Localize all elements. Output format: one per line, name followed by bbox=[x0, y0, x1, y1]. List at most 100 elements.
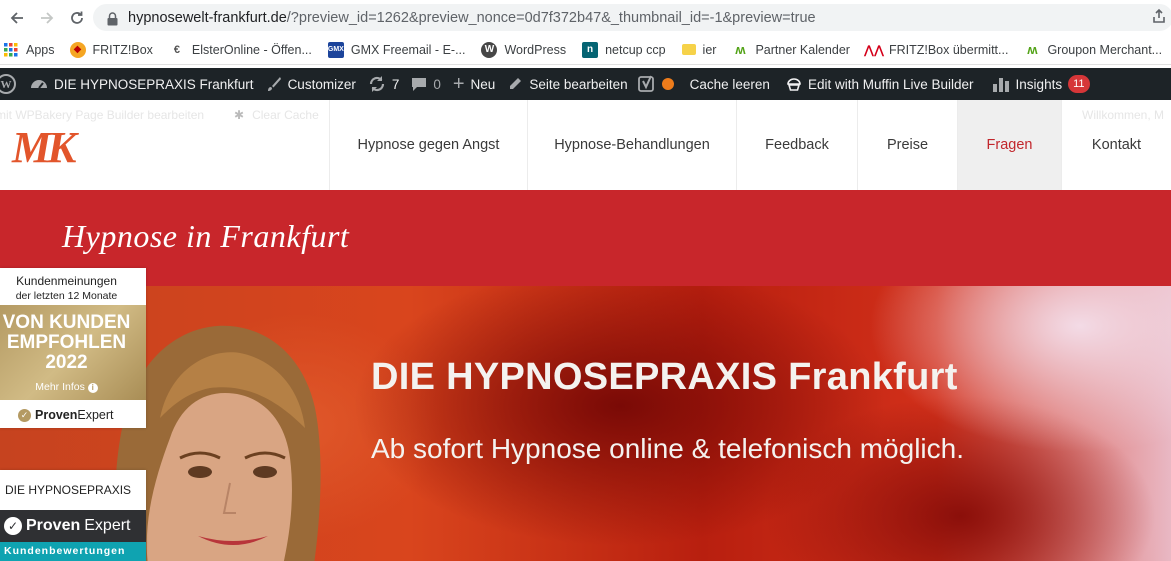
brush-icon bbox=[266, 76, 282, 92]
arrow-right-icon bbox=[41, 11, 54, 24]
pencil-icon bbox=[507, 76, 523, 92]
arrow-left-icon bbox=[10, 11, 23, 24]
reload-icon bbox=[71, 11, 83, 24]
bookmark-groupon[interactable]: ʍ Groupon Merchant... bbox=[1024, 35, 1162, 65]
bookmark-label: Groupon Merchant... bbox=[1047, 42, 1163, 57]
card-brand-bar: ✓ Proven Expert bbox=[0, 510, 146, 542]
reload-button[interactable] bbox=[62, 0, 92, 35]
wordpress-icon: W bbox=[481, 41, 498, 58]
badge-line-1: VON KUNDEN bbox=[2, 312, 131, 333]
cache-label: Cache leeren bbox=[689, 76, 770, 92]
bookmark-wordpress[interactable]: W WordPress bbox=[481, 35, 566, 65]
badge-line-3: 2022 bbox=[45, 352, 88, 373]
provenexpert-award-badge[interactable]: Kundenmeinungen der letzten 12 Monate VO… bbox=[0, 268, 146, 428]
bookmark-label: WordPress bbox=[504, 42, 567, 57]
netcup-icon: n bbox=[582, 41, 599, 58]
insights-link[interactable]: Insights 11 bbox=[992, 68, 1090, 100]
muffin-builder-link[interactable]: Edit with Muffin Live Builder bbox=[786, 68, 974, 100]
edit-page-link[interactable]: Seite bearbeiten bbox=[507, 68, 628, 100]
menu-item-feedback[interactable]: Feedback bbox=[736, 100, 857, 190]
site-name-menu[interactable]: DIE HYPNOSEPRAXIS Frankfurt bbox=[30, 68, 254, 100]
bar-chart-icon bbox=[992, 76, 1010, 92]
check-circle-icon: ✓ bbox=[4, 517, 22, 535]
customizer-label: Customizer bbox=[287, 76, 356, 92]
site-header: mit WPBakery Page Builder bearbeiten ✱ Cl… bbox=[0, 100, 1171, 190]
share-icon[interactable] bbox=[1151, 8, 1167, 24]
menu-item-hypnose-behandlungen[interactable]: Hypnose-Behandlungen bbox=[527, 100, 736, 190]
folder-icon bbox=[681, 44, 696, 55]
new-content-menu[interactable]: + Neu bbox=[453, 68, 495, 100]
bookmark-elster[interactable]: € ElsterOnline - Öffen... bbox=[169, 35, 312, 65]
menu-item-hypnose-gegen-angst[interactable]: Hypnose gegen Angst bbox=[329, 100, 527, 190]
menu-item-fragen[interactable]: Fragen bbox=[957, 100, 1061, 190]
wp-logo-menu[interactable]: W bbox=[0, 68, 16, 100]
brand-rest: Expert bbox=[77, 408, 114, 422]
partner-icon: ʍ bbox=[735, 42, 746, 57]
bookmark-label: ier bbox=[702, 42, 717, 57]
dashboard-icon bbox=[30, 76, 48, 92]
muffin-icon bbox=[786, 76, 802, 92]
bookmark-fritzbox[interactable]: ◆ FRITZ!Box bbox=[69, 35, 153, 65]
clear-cache-label: Clear Cache bbox=[252, 108, 319, 122]
badge-more-info[interactable]: Mehr Infos i bbox=[0, 381, 133, 393]
bookmark-label: FRITZ!Box bbox=[92, 42, 153, 57]
badge-line-2: EMPFOHLEN bbox=[6, 332, 127, 353]
bookmark-label: netcup ccp bbox=[605, 42, 666, 57]
comments-count: 0 bbox=[433, 76, 441, 92]
bookmark-label: GMX Freemail - E-... bbox=[350, 42, 466, 57]
apps-grid-icon bbox=[3, 42, 19, 58]
provenexpert-rating-card[interactable]: DIE HYPNOSEPRAXIS ✓ Proven Expert Kundenb… bbox=[0, 470, 146, 561]
card-company-name: DIE HYPNOSEPRAXIS bbox=[5, 483, 132, 497]
clear-cache-link[interactable]: ✱ Clear Cache bbox=[234, 108, 319, 122]
badge-title: Kundenmeinungen bbox=[16, 274, 117, 288]
groupon-icon: ʍ bbox=[1027, 42, 1038, 57]
updates-count: 7 bbox=[391, 76, 400, 92]
more-info-label: Mehr Infos bbox=[35, 381, 85, 393]
plus-icon: + bbox=[452, 72, 465, 95]
bookmark-netcup[interactable]: n netcup ccp bbox=[582, 35, 666, 65]
gmx-icon: GMX bbox=[327, 41, 344, 58]
edit-page-label: Seite bearbeiten bbox=[529, 76, 628, 92]
menu-item-kontakt[interactable]: Kontakt bbox=[1061, 100, 1171, 190]
url-host: hypnosewelt-frankfurt.de bbox=[128, 9, 287, 26]
insights-badge: 11 bbox=[1068, 75, 1090, 93]
address-bar[interactable]: hypnosewelt-frankfurt.de/?preview_id=126… bbox=[93, 4, 1171, 31]
hero-subline: Ab sofort Hypnose online & telefonisch m… bbox=[371, 433, 964, 464]
comment-icon bbox=[411, 77, 427, 92]
brand-bold: Proven bbox=[35, 408, 78, 422]
main-menu: Hypnose gegen Angst Hypnose-Behandlungen… bbox=[329, 100, 1171, 190]
insights-label: Insights bbox=[1015, 76, 1063, 92]
wpbakery-edit-link[interactable]: mit WPBakery Page Builder bearbeiten bbox=[0, 108, 204, 122]
badge-subtitle: der letzten 12 Monate bbox=[15, 290, 118, 302]
lock-icon bbox=[105, 10, 119, 26]
bookmark-gmx[interactable]: GMX GMX Freemail - E-... bbox=[327, 35, 466, 65]
brand-bold: Proven bbox=[26, 517, 81, 534]
card-subtitle: Kundenbewertungen bbox=[0, 542, 146, 561]
bookmark-folder[interactable]: ier bbox=[681, 35, 717, 65]
site-name: DIE HYPNOSEPRAXIS Frankfurt bbox=[54, 76, 254, 92]
fritzbox-icon: ◆ bbox=[69, 41, 86, 58]
yoast-menu[interactable] bbox=[637, 68, 674, 100]
seo-status-dot bbox=[661, 78, 674, 90]
brand-rest: Expert bbox=[84, 517, 131, 534]
bookmark-avm[interactable]: ⋀⋀ FRITZ!Box übermitt... bbox=[864, 35, 1009, 65]
bookmark-partner-kalender[interactable]: ʍ Partner Kalender bbox=[732, 35, 850, 65]
site-logo[interactable]: MK bbox=[12, 122, 77, 173]
bookmark-apps[interactable]: Apps bbox=[3, 35, 55, 65]
check-circle-icon: ✓ bbox=[18, 408, 31, 422]
badge-footer: ✓ Proven Expert bbox=[0, 402, 146, 428]
svg-text:W: W bbox=[1, 79, 12, 91]
customizer-link[interactable]: Customizer bbox=[266, 68, 356, 100]
forward-button[interactable] bbox=[32, 0, 62, 35]
wordpress-icon: W bbox=[0, 74, 16, 94]
info-icon: i bbox=[87, 383, 98, 393]
hero-banner: DIE HYPNOSEPRAXIS Frankfurt Ab sofort Hy… bbox=[0, 286, 1171, 561]
menu-item-preise[interactable]: Preise bbox=[857, 100, 957, 190]
bookmark-label: Partner Kalender bbox=[755, 42, 850, 57]
cache-clear-link[interactable]: Cache leeren bbox=[690, 68, 770, 100]
muffin-label: Edit with Muffin Live Builder bbox=[807, 76, 974, 92]
bug-icon: ✱ bbox=[234, 108, 245, 122]
comments-link[interactable]: 0 bbox=[411, 68, 441, 100]
updates-link[interactable]: 7 bbox=[368, 68, 400, 100]
back-button[interactable] bbox=[2, 0, 32, 35]
